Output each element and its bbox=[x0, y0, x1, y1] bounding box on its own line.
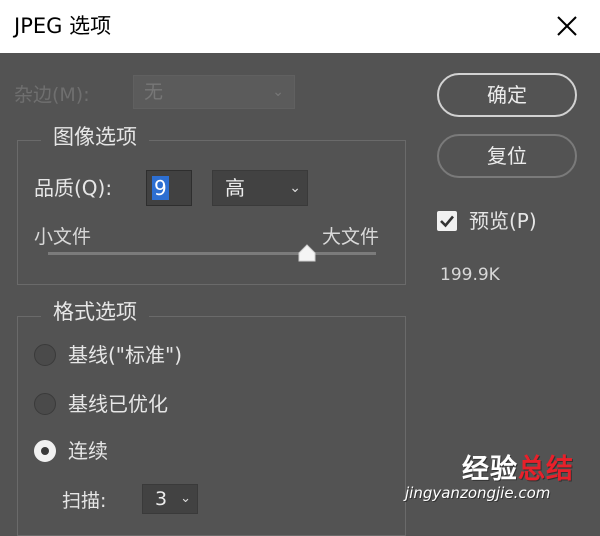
radio-label: 连续 bbox=[68, 439, 108, 463]
title-bar: JPEG 选项 bbox=[0, 0, 600, 53]
image-options-title: 图像选项 bbox=[41, 123, 149, 151]
slider-thumb[interactable] bbox=[297, 244, 317, 262]
scan-select[interactable]: 3 ⌄ bbox=[142, 484, 198, 514]
watermark-logo: 经验总结 bbox=[462, 455, 574, 485]
slider-large-label: 大文件 bbox=[322, 226, 380, 248]
chevron-down-icon: ⌄ bbox=[289, 180, 301, 196]
close-icon bbox=[557, 16, 577, 36]
quality-slider[interactable] bbox=[48, 244, 376, 262]
chevron-down-icon: ⌄ bbox=[272, 84, 284, 100]
radio-label: 基线("标准") bbox=[68, 343, 183, 367]
radio-label: 基线已优化 bbox=[68, 392, 168, 416]
watermark-logo-part1: 经验 bbox=[462, 454, 518, 485]
preview-checkbox[interactable] bbox=[437, 211, 457, 231]
window-title: JPEG 选项 bbox=[14, 14, 112, 38]
checkmark-icon bbox=[440, 215, 454, 228]
quality-label: 品质(Q): bbox=[34, 176, 113, 200]
watermark-url: jingyanzongjie.com bbox=[405, 484, 551, 502]
preview-label[interactable]: 预览(P) bbox=[469, 207, 537, 235]
file-size-readout: 199.9K bbox=[440, 265, 500, 285]
reset-button[interactable]: 复位 bbox=[437, 134, 577, 178]
radio-button bbox=[34, 393, 56, 415]
quality-value: 9 bbox=[152, 176, 169, 200]
format-options-title: 格式选项 bbox=[41, 298, 149, 326]
image-options-group bbox=[17, 140, 406, 285]
matte-select: 无 ⌄ bbox=[133, 75, 295, 109]
quality-input[interactable]: 9 bbox=[146, 170, 192, 206]
quality-level-value: 高 bbox=[225, 176, 245, 200]
close-button[interactable] bbox=[549, 10, 585, 42]
ok-button[interactable]: 确定 bbox=[437, 73, 577, 117]
radio-button bbox=[34, 440, 56, 462]
quality-level-select[interactable]: 高 ⌄ bbox=[212, 170, 308, 206]
watermark-logo-part2: 总结 bbox=[518, 454, 574, 485]
matte-value: 无 bbox=[144, 81, 164, 103]
slider-small-label: 小文件 bbox=[34, 226, 92, 248]
radio-button bbox=[34, 344, 56, 366]
scan-value: 3 bbox=[155, 488, 168, 510]
matte-label: 杂边(M): bbox=[14, 84, 90, 106]
